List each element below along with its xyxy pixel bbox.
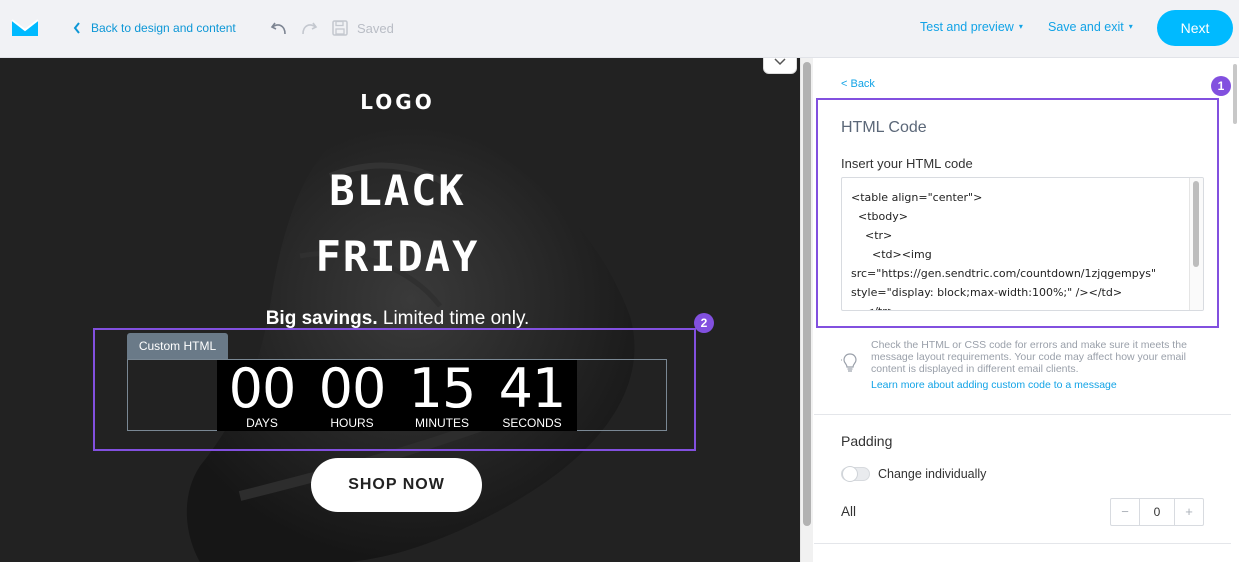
chevron-down-icon	[774, 58, 786, 66]
chevron-down-icon: ▾	[1018, 22, 1023, 31]
countdown-days: 00 DAYS	[217, 360, 307, 431]
save-and-exit-menu[interactable]: Save and exit ▾	[1048, 20, 1133, 34]
headline-line-2: FRIDAY	[315, 232, 480, 281]
hint-text: Check the HTML or CSS code for errors an…	[871, 339, 1187, 375]
html-code-editor[interactable]: <table align="center"> <tbody> <tr> <td>…	[841, 177, 1204, 311]
html-code-subtitle: Insert your HTML code	[841, 156, 973, 171]
step-badge-1: 1	[1211, 76, 1231, 96]
chevron-left-icon	[73, 22, 80, 34]
envelope-logo-icon[interactable]	[11, 18, 39, 38]
countdown-value: 15	[408, 357, 477, 420]
test-and-preview-menu[interactable]: Test and preview ▾	[920, 20, 1023, 34]
padding-stepper[interactable]: − 0 +	[1110, 498, 1204, 526]
change-individually-label: Change individually	[878, 467, 987, 481]
padding-value-input[interactable]: 0	[1139, 499, 1175, 525]
panel-back-link[interactable]: < Back	[841, 78, 875, 90]
html-code-title: HTML Code	[841, 119, 927, 136]
html-code-content[interactable]: <table align="center"> <tbody> <tr> <td>…	[842, 178, 1203, 310]
tagline-rest: Limited time only.	[377, 308, 530, 329]
countdown-timer: 00 DAYS 00 HOURS 15 MINUTES 41 SECONDS	[217, 360, 577, 431]
padding-all-label: All	[841, 504, 857, 519]
countdown-seconds: 41 SECONDS	[487, 360, 577, 431]
tagline: Big savings. Limited time only.	[0, 308, 795, 330]
custom-html-tag[interactable]: Custom HTML	[127, 333, 228, 359]
save-icon	[332, 20, 348, 36]
undo-icon[interactable]	[270, 19, 288, 37]
saved-status: Saved	[357, 21, 394, 36]
code-scrollbar-thumb[interactable]	[1193, 181, 1199, 267]
collapse-toggle-button[interactable]	[763, 58, 797, 74]
change-individually-toggle[interactable]	[841, 466, 870, 482]
chevron-down-icon: ▾	[1128, 22, 1133, 31]
html-code-hint: Check the HTML or CSS code for errors an…	[871, 339, 1211, 391]
top-bar: Back to design and content Saved Test an…	[0, 0, 1239, 58]
email-canvas[interactable]: LOGO BLACK FRIDAY Big savings. Limited t…	[0, 58, 800, 562]
back-to-design-link[interactable]: Back to design and content	[73, 21, 236, 35]
increment-button[interactable]: +	[1175, 499, 1203, 525]
countdown-value: 41	[498, 357, 567, 420]
save-and-exit-label: Save and exit	[1048, 20, 1124, 34]
tagline-bold: Big savings.	[265, 308, 378, 329]
panel-scrollbar-thumb[interactable]	[1233, 64, 1237, 124]
back-to-design-label: Back to design and content	[91, 21, 236, 35]
shop-now-button[interactable]: SHOP NOW	[311, 458, 482, 512]
settings-panel: < Back 1 HTML Code Insert your HTML code…	[814, 58, 1239, 562]
step-badge-2: 2	[694, 313, 714, 333]
section-divider	[814, 414, 1231, 415]
learn-more-link[interactable]: Learn more about adding custom code to a…	[871, 379, 1211, 391]
decrement-button[interactable]: −	[1111, 499, 1139, 525]
padding-title: Padding	[841, 433, 893, 449]
redo-icon[interactable]	[300, 19, 318, 37]
panel-scrollbar[interactable]	[1232, 58, 1239, 562]
canvas-scrollbar-thumb[interactable]	[803, 62, 811, 526]
countdown-value: 00	[228, 357, 297, 420]
lightbulb-icon	[841, 353, 857, 372]
toggle-knob	[842, 466, 858, 482]
countdown-minutes: 15 MINUTES	[397, 360, 487, 431]
test-and-preview-label: Test and preview	[920, 20, 1014, 34]
section-divider	[814, 543, 1231, 544]
headline-line-1: BLACK	[329, 166, 466, 215]
next-button[interactable]: Next	[1157, 10, 1233, 46]
countdown-hours: 00 HOURS	[307, 360, 397, 431]
email-logo-text: LOGO	[360, 90, 435, 114]
countdown-value: 00	[318, 357, 387, 420]
